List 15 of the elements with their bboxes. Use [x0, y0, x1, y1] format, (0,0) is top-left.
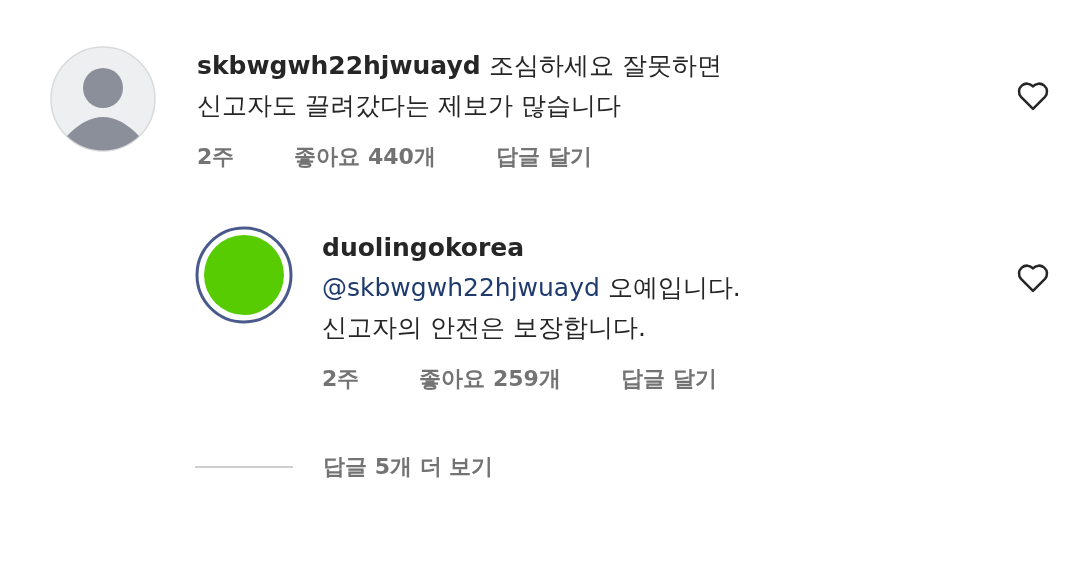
avatar-icon[interactable]	[195, 226, 293, 324]
comment-time: 2주	[197, 143, 235, 171]
username-link[interactable]: duolingokorea	[322, 228, 525, 268]
reply-link[interactable]: 답글 달기	[620, 364, 717, 394]
heart-icon[interactable]	[1016, 262, 1050, 293]
mention-link[interactable]: @skbwgwh22hjwuayd	[322, 273, 600, 302]
likes-count[interactable]: 좋아요 259개	[419, 364, 561, 394]
comment-text: @skbwgwh22hjwuayd 오예입니다. 신고자의 안전은 보장합니다.	[322, 272, 742, 344]
comment-time: 2주	[322, 365, 360, 393]
likes-count[interactable]: 좋아요 440개	[294, 142, 436, 172]
comment-text: skbwgwh22hjwuayd 조심하세요 잘못하면 신고자도 끌려갔다는 제보가 많습니다	[197, 50, 723, 122]
reply-link[interactable]: 답글 달기	[495, 142, 592, 172]
username-link[interactable]: skbwgwh22hjwuayd	[197, 51, 481, 80]
view-replies-link[interactable]: 답글 5개 더 보기	[323, 452, 494, 482]
heart-icon[interactable]	[1016, 80, 1050, 111]
